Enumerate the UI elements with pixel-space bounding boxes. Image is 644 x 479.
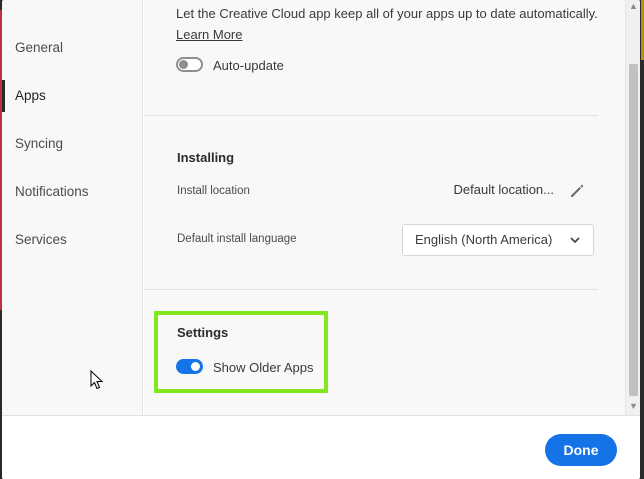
scroll-thumb[interactable] — [629, 64, 638, 396]
learn-more-link[interactable]: Learn More — [176, 27, 242, 42]
background-app-right — [640, 0, 644, 479]
sidebar-item-services[interactable]: Services — [2, 224, 143, 256]
install-location-value: Default location... — [453, 182, 554, 197]
install-language-value: English (North America) — [415, 232, 553, 247]
mouse-cursor-icon — [90, 370, 104, 390]
auto-update-section: Let the Creative Cloud app keep all of y… — [144, 0, 598, 116]
scrollbar[interactable]: ▲ ▼ — [625, 0, 640, 415]
auto-update-label: Auto-update — [213, 58, 284, 73]
scroll-down-icon[interactable]: ▼ — [629, 402, 638, 411]
sidebar-item-syncing[interactable]: Syncing — [2, 128, 143, 160]
sidebar-item-notifications[interactable]: Notifications — [2, 176, 143, 208]
settings-section: Settings Show Older Apps — [144, 290, 598, 415]
install-language-select[interactable]: English (North America) — [402, 224, 594, 256]
apps-settings-panel: Let the Creative Cloud app keep all of y… — [144, 0, 625, 415]
dialog-footer: Done — [2, 415, 640, 479]
installing-title: Installing — [177, 150, 235, 165]
chevron-down-icon — [570, 237, 580, 244]
done-button[interactable]: Done — [545, 434, 617, 466]
auto-update-description: Let the Creative Cloud app keep all of y… — [176, 6, 598, 21]
install-location-label: Install location — [177, 185, 250, 197]
scroll-up-icon[interactable]: ▲ — [629, 2, 638, 11]
settings-title: Settings — [177, 325, 229, 340]
auto-update-toggle[interactable] — [176, 57, 203, 72]
settings-highlight-box — [154, 311, 328, 393]
show-older-apps-label: Show Older Apps — [213, 360, 314, 375]
sidebar-item-general[interactable]: General — [2, 32, 143, 64]
sidebar: General Apps Syncing Notifications Servi… — [2, 0, 143, 415]
pencil-icon[interactable] — [568, 182, 586, 200]
show-older-apps-toggle[interactable] — [176, 359, 203, 374]
sidebar-item-apps[interactable]: Apps — [2, 80, 143, 112]
installing-section: Installing Install location Default loca… — [144, 116, 598, 290]
preferences-dialog: General Apps Syncing Notifications Servi… — [2, 0, 640, 479]
install-language-label: Default install language — [177, 233, 297, 245]
